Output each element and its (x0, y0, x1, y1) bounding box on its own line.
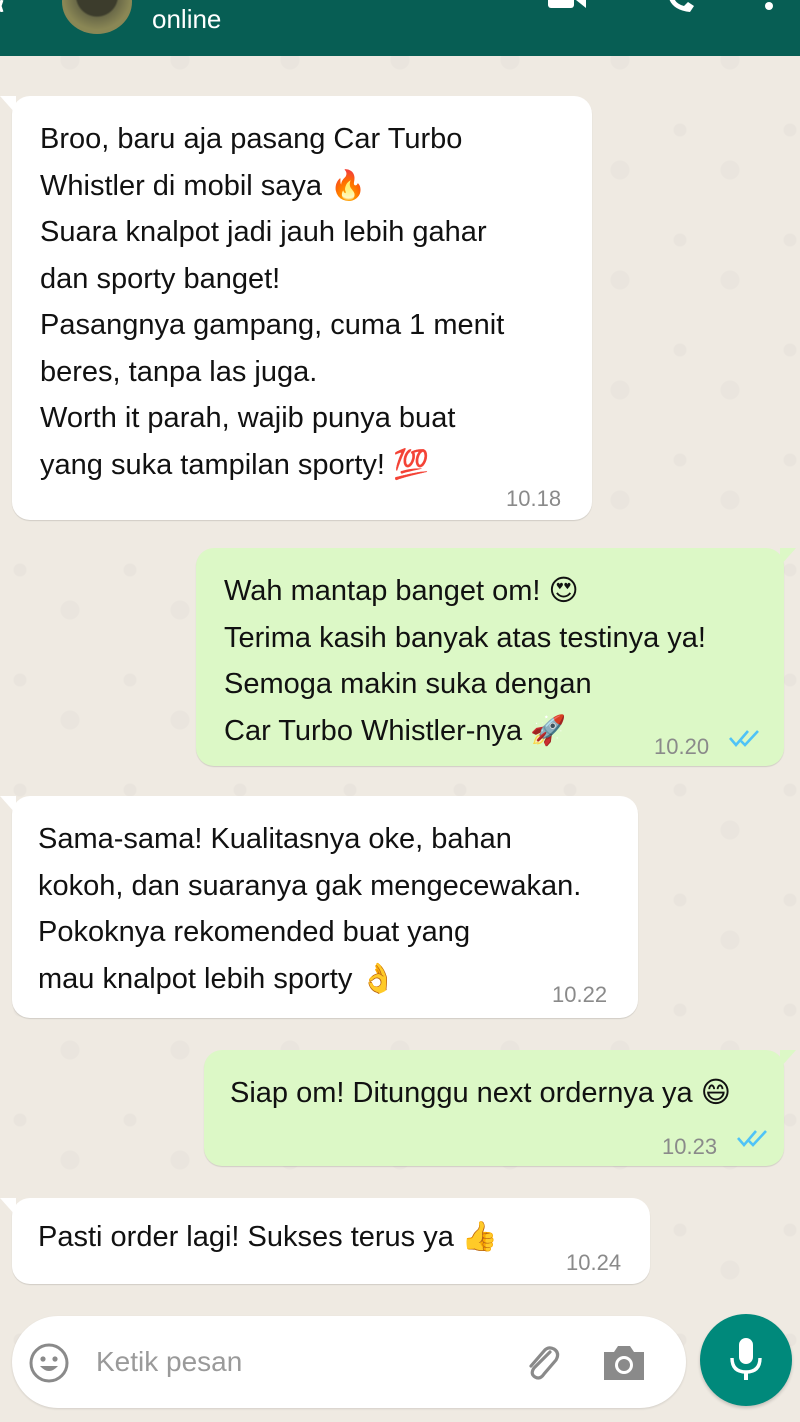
message-timestamp: 10.22 (552, 982, 608, 1007)
message-timestamp: 10.24 (566, 1250, 622, 1275)
contact-avatar[interactable] (62, 0, 132, 34)
message-timestamp: 10.20 (654, 734, 710, 759)
message-text-line: Pasangnya gampang, cuma 1 menit (40, 309, 505, 341)
read-receipt-icon (729, 730, 759, 747)
message-text-line: dan sporty banget! (40, 262, 281, 295)
message-text-line: Terima kasih banyak atas testinya ya! (224, 621, 706, 654)
message-bubble-outgoing[interactable]: Wah mantap banget om! 😍 Terima kasih ban… (196, 548, 796, 766)
voice-message-button[interactable] (700, 1314, 792, 1406)
video-call-icon[interactable] (548, 0, 588, 12)
message-text-line: yang suka tampilan sporty! 💯 (40, 448, 430, 481)
message-text-line: Siap om! Ditunggu next ordernya ya 😄 (230, 1077, 731, 1109)
message-text-line: Semoga makin suka dengan (224, 668, 592, 700)
message-text-line: Whistler di mobil saya 🔥 (40, 169, 367, 202)
message-bubble-incoming[interactable]: Pasti order lagi! Sukses terus ya 👍 10.2… (0, 1198, 650, 1284)
more-options-icon[interactable] (764, 0, 774, 14)
message-text-line: Pokoknya rekomended buat yang (38, 916, 471, 948)
message-text-line: Pasti order lagi! Sukses terus ya 👍 (38, 1221, 499, 1253)
message-text-line: kokoh, dan suaranya gak mengecewakan. (38, 869, 582, 902)
message-bubble-incoming[interactable]: Broo, baru aja pasang Car Turbo Whistler… (0, 96, 592, 520)
contact-status: online (152, 4, 222, 34)
message-bubble-incoming[interactable]: Sama-sama! Kualitasnya oke, bahan kokoh,… (0, 796, 638, 1018)
message-text-line: Wah mantap banget om! 😍 (224, 575, 579, 607)
voice-call-icon[interactable] (664, 0, 698, 14)
paperclip-icon[interactable] (520, 1340, 564, 1384)
message-text-line: Broo, baru aja pasang Car Turbo (40, 123, 463, 155)
message-bubble-outgoing[interactable]: Siap om! Ditunggu next ordernya ya 😄 10.… (204, 1050, 796, 1166)
camera-icon[interactable] (600, 1340, 648, 1384)
microphone-icon (730, 1338, 762, 1380)
emoji-icon[interactable] (28, 1342, 70, 1384)
message-text-line: Suara knalpot jadi jauh lebih gahar (40, 216, 487, 248)
message-text-line: mau knalpot lebih sporty 👌 (38, 962, 397, 995)
back-arrow-icon[interactable] (0, 0, 14, 12)
message-input[interactable] (96, 1340, 496, 1384)
chat-header: online (0, 0, 800, 56)
read-receipt-icon (737, 1130, 767, 1147)
message-timestamp: 10.18 (506, 486, 562, 511)
message-composer (12, 1316, 686, 1408)
message-text-line: Worth it parah, wajib punya buat (40, 402, 456, 434)
message-text-line: Sama-sama! Kualitasnya oke, bahan (38, 823, 512, 855)
message-text-line: beres, tanpa las juga. (40, 355, 318, 388)
message-timestamp: 10.23 (662, 1134, 718, 1159)
